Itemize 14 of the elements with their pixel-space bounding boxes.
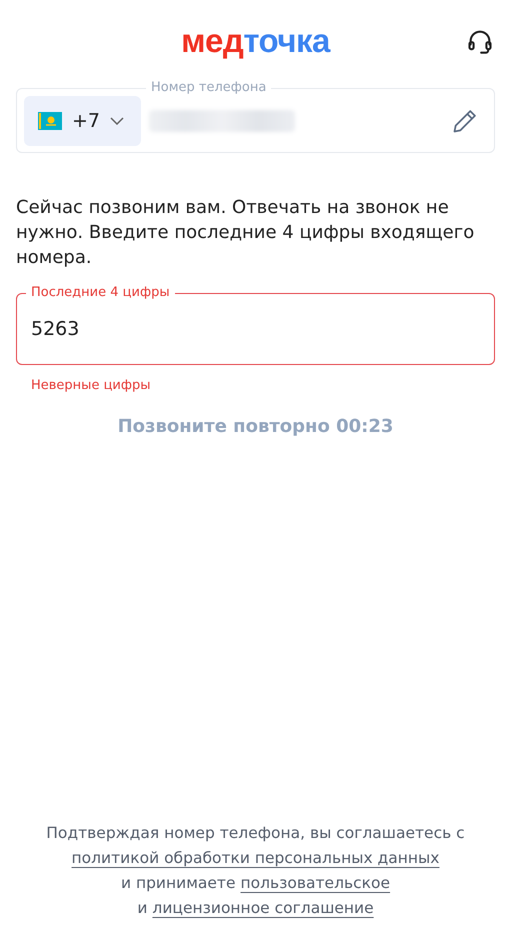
link[interactable]: пользовательское (240, 873, 390, 893)
link[interactable]: политикой обработки персональных данных (72, 848, 440, 868)
consent-text: и принимаете (120, 873, 236, 893)
field-label: Последние 4 цифры (26, 284, 175, 301)
logo: медточка (181, 22, 330, 60)
chevron-down-icon (110, 116, 124, 124)
country-selector[interactable]: +7 (24, 96, 141, 146)
consent-text: и (137, 898, 148, 918)
instruction-text: Сейчас позвоним вам. Отвечать на звонок не нужно. Введите последние 4 цифры входящего номера. (16, 196, 476, 270)
link[interactable]: лицензионное соглашение (152, 898, 374, 918)
consent-text: Подтверждая номер телефона, вы соглашаетесь с (46, 823, 465, 843)
error-message: Неверные цифры (31, 378, 152, 393)
flag-icon (38, 112, 62, 130)
field-label: Номер телефона (146, 79, 272, 96)
